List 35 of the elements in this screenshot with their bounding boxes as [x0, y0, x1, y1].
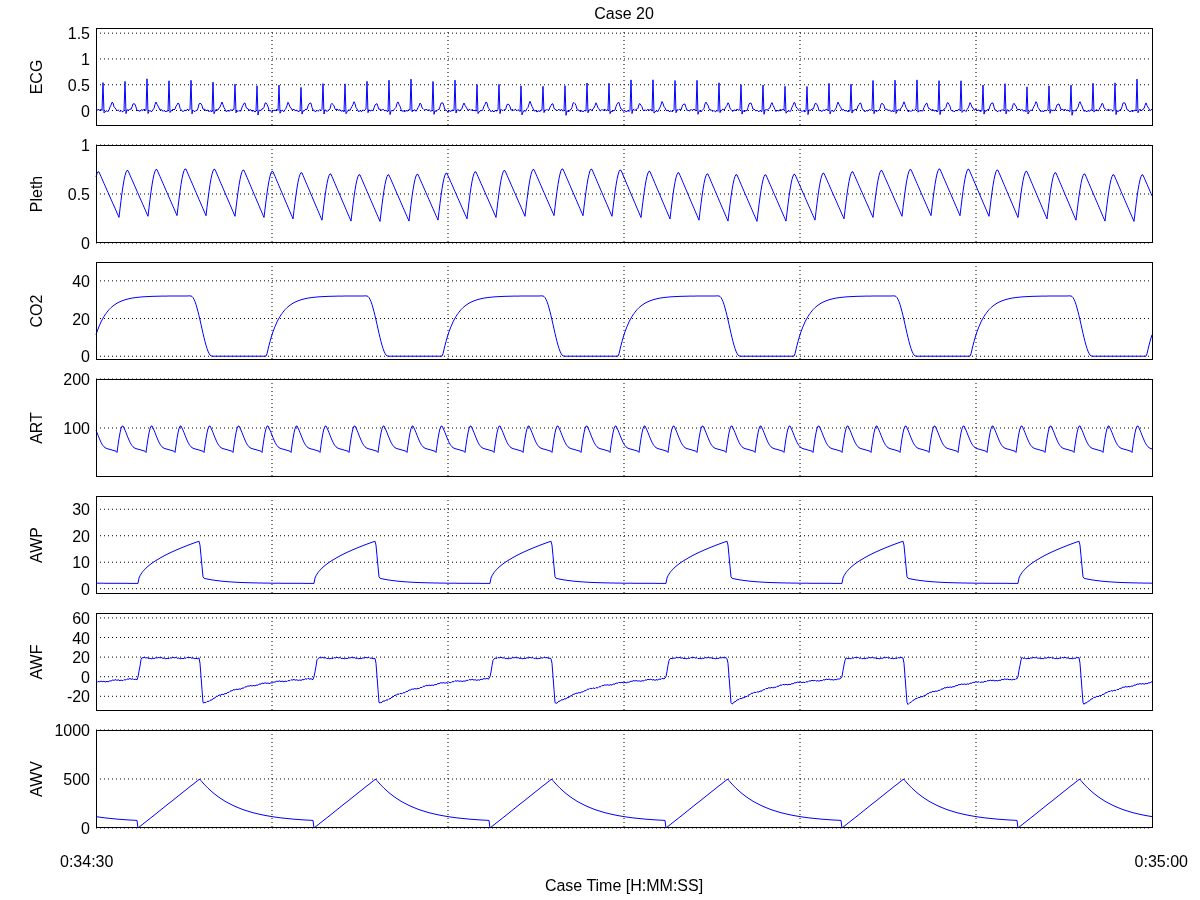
y-tick-label: 200 [63, 371, 90, 388]
y-axis-label: AWF [28, 644, 45, 680]
y-tick-label: -20 [66, 688, 90, 706]
x-tick-label: 0:34:30 [60, 853, 114, 871]
y-tick-label: 1 [81, 50, 90, 68]
x-axis-label: Case Time [H:MM:SS] [544, 877, 704, 895]
y-tick-label: 20 [72, 310, 90, 328]
y-tick-label: 1 [81, 137, 90, 154]
y-tick-label: 0 [81, 580, 90, 598]
y-tick-label: 20 [72, 527, 90, 545]
y-tick-label: 0.5 [67, 76, 90, 94]
y-tick-label: 20 [72, 649, 90, 667]
y-tick-label: 30 [72, 501, 90, 519]
y-axis-label: AWP [28, 527, 45, 563]
y-tick-label: 0 [81, 668, 90, 686]
y-axis-label: AWV [28, 761, 45, 797]
y-tick-label: 1000 [54, 722, 90, 739]
y-axis-label: ART [28, 412, 45, 444]
y-axis-label: Pleth [28, 175, 45, 213]
y-axis-label: CO2 [28, 294, 45, 328]
plot-title: Case 20 [594, 5, 654, 23]
y-tick-label: 60 [72, 609, 90, 627]
y-tick-label: 100 [63, 420, 90, 437]
y-axis-label: ECG [28, 59, 45, 95]
y-tick-label: 0 [81, 348, 90, 366]
y-tick-label: 0 [81, 820, 90, 837]
y-tick-label: 500 [63, 771, 90, 788]
y-tick-label: 0 [81, 235, 90, 252]
y-tick-label: 0.5 [67, 186, 90, 203]
y-tick-label: 1.5 [67, 25, 90, 43]
y-tick-label: 0 [81, 102, 90, 120]
y-tick-label: 10 [72, 554, 90, 572]
y-tick-label: 40 [72, 629, 90, 647]
y-tick-label: 40 [72, 272, 90, 290]
x-tick-label: 0:35:00 [1134, 853, 1188, 871]
